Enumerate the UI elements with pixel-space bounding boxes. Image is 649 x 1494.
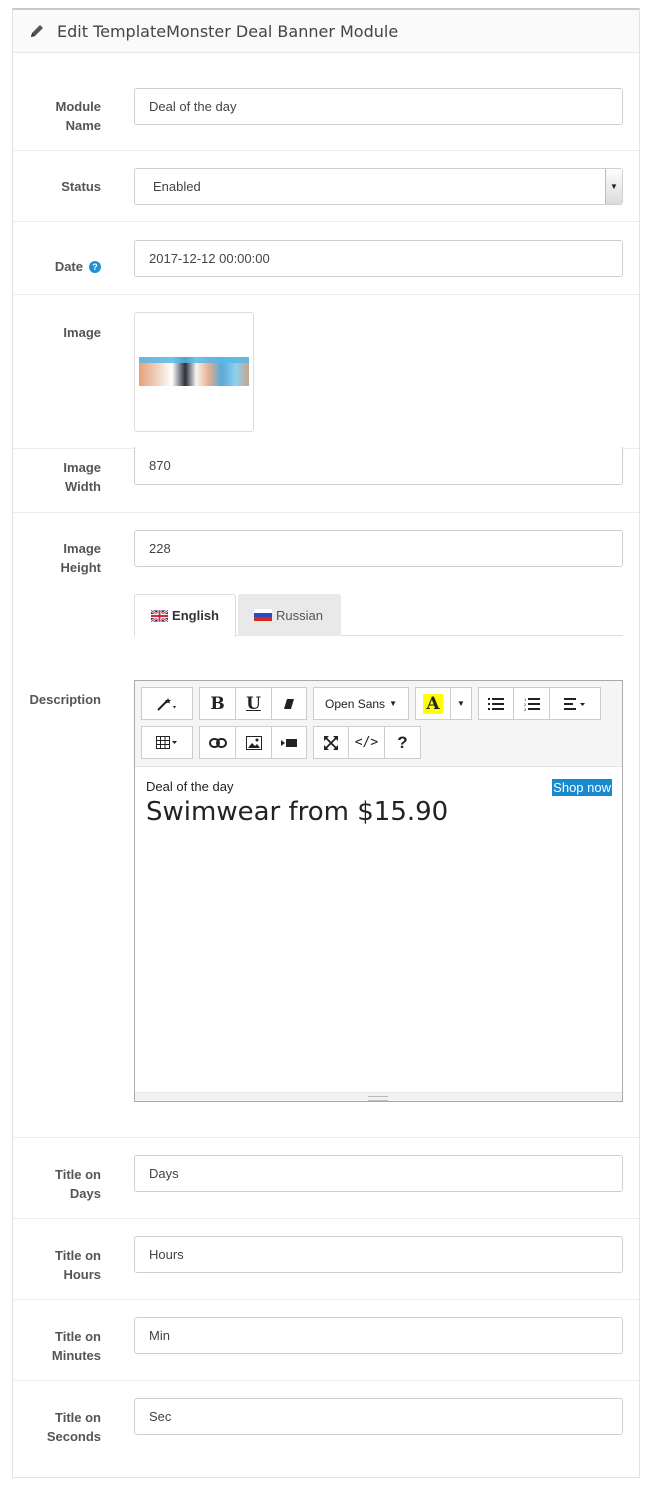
highlight-a-icon: A: [423, 693, 443, 714]
date-input[interactable]: 2017-12-12 00:00:00: [134, 240, 623, 277]
title-seconds-label-line1: Title on: [55, 1410, 101, 1425]
help-button[interactable]: ?: [384, 726, 421, 759]
status-label: Status: [61, 179, 101, 194]
tab-russian[interactable]: Russian: [238, 594, 341, 636]
question-circle-icon[interactable]: ?: [89, 261, 101, 273]
content-small-text: Deal of the day: [146, 779, 234, 794]
image-width-input[interactable]: 870: [134, 447, 623, 485]
russia-flag-icon: [254, 609, 272, 621]
title-seconds-label-line2: Seconds: [46, 1429, 101, 1444]
title-hours-label: Title on Hours: [55, 1246, 101, 1284]
description-editor[interactable]: B U Open Sans ▼ A ▼ 1 2 3 </> ? Deal of …: [134, 680, 623, 1102]
magic-wand-style-button[interactable]: [141, 687, 193, 720]
content-big-text: Swimwear from $15.90: [146, 797, 449, 827]
fullscreen-icon: [324, 735, 338, 750]
font-family-dropdown[interactable]: Open Sans ▼: [313, 687, 409, 720]
panel-heading: Edit TemplateMonster Deal Banner Module: [13, 10, 639, 53]
table-icon: [156, 735, 177, 749]
title-minutes-input[interactable]: Min: [134, 1317, 623, 1354]
title-minutes-row: Title on Minutes Min: [13, 1300, 639, 1381]
highlight-color-dropdown[interactable]: ▼: [450, 687, 472, 720]
module-name-row: Module Name Deal of the day: [13, 53, 639, 151]
image-height-label-line2: Height: [60, 560, 101, 575]
bold-button[interactable]: B: [199, 687, 236, 720]
banner-image: [139, 357, 249, 386]
title-days-label-line2: Days: [69, 1186, 101, 1201]
eraser-button[interactable]: [271, 687, 307, 720]
title-minutes-label-line1: Title on: [55, 1329, 101, 1344]
edit-module-panel: Edit TemplateMonster Deal Banner Module …: [12, 8, 640, 1478]
video-icon: [281, 738, 297, 747]
title-seconds-label: Title on Seconds: [47, 1408, 101, 1446]
table-button[interactable]: [141, 726, 193, 759]
status-select[interactable]: Enabled ▼: [134, 168, 623, 205]
module-name-input[interactable]: Deal of the day: [134, 88, 623, 125]
picture-icon: [245, 735, 262, 750]
date-label-text: Date: [54, 259, 83, 274]
status-select-value: Enabled: [153, 179, 201, 194]
tab-russian-label: Russian: [276, 607, 323, 623]
image-height-label-line1: Image: [63, 541, 101, 556]
title-hours-input[interactable]: Hours: [134, 1236, 623, 1273]
pencil-icon: [31, 25, 43, 37]
svg-text:3: 3: [524, 707, 527, 711]
chevron-down-icon[interactable]: ▼: [605, 169, 622, 204]
title-hours-row: Title on Hours Hours: [13, 1219, 639, 1300]
paragraph-align-button[interactable]: [549, 687, 601, 720]
title-days-label-line1: Title on: [55, 1167, 101, 1182]
title-seconds-input[interactable]: Sec: [134, 1398, 623, 1435]
title-days-row: Title on Days Days: [13, 1138, 639, 1219]
editor-toolbar: B U Open Sans ▼ A ▼ 1 2 3 </> ?: [135, 681, 622, 767]
tab-english-label: English: [172, 608, 219, 623]
image-width-label: Image Width: [63, 458, 101, 496]
fullscreen-button[interactable]: [313, 726, 349, 759]
image-width-label-line2: Width: [65, 479, 101, 494]
module-name-label: Module Name: [56, 97, 102, 135]
unordered-list-button[interactable]: [478, 687, 514, 720]
image-row: Image: [13, 295, 639, 449]
status-row: Status Enabled ▼: [13, 151, 639, 222]
link-icon: [208, 737, 227, 748]
ordered-list-button[interactable]: 1 2 3: [513, 687, 550, 720]
image-thumbnail[interactable]: [134, 312, 254, 432]
caret-down-icon: ▼: [457, 699, 465, 708]
date-label: Date?: [55, 257, 101, 276]
caret-down-icon: ▼: [389, 699, 397, 708]
insert-video-button[interactable]: [271, 726, 307, 759]
title-minutes-label: Title on Minutes: [52, 1327, 101, 1365]
highlight-color-button[interactable]: A: [415, 687, 451, 720]
module-name-label-line1: Module: [55, 99, 102, 114]
title-days-label: Title on Days: [55, 1165, 101, 1203]
module-name-label-line2: Name: [65, 118, 101, 133]
align-left-icon: [564, 697, 585, 710]
title-days-input[interactable]: Days: [134, 1155, 623, 1192]
link-button[interactable]: [199, 726, 236, 759]
image-height-input[interactable]: 228: [134, 530, 623, 567]
image-width-label-line1: Image: [63, 460, 101, 475]
title-minutes-label-line2: Minutes: [51, 1348, 101, 1363]
insert-picture-button[interactable]: [235, 726, 272, 759]
magic-wand-icon: [157, 697, 176, 711]
tab-english[interactable]: English: [134, 594, 236, 637]
uk-flag-icon: [151, 609, 169, 622]
shop-now-link[interactable]: Shop now: [552, 779, 612, 796]
panel-title: Edit TemplateMonster Deal Banner Module: [57, 21, 399, 41]
image-width-row: Image Width 870: [13, 447, 639, 513]
title-hours-label-line2: Hours: [63, 1267, 101, 1282]
editor-content-area[interactable]: Deal of the day Swimwear from $15.90 Sho…: [135, 767, 622, 1093]
eraser-icon: [284, 698, 294, 709]
description-label: Description: [29, 692, 101, 707]
title-hours-label-line1: Title on: [55, 1248, 101, 1263]
editor-resize-handle[interactable]: [135, 1092, 622, 1101]
image-height-label: Image Height: [61, 539, 101, 577]
language-tabs: English Russian: [134, 594, 623, 637]
font-family-value: Open Sans: [325, 696, 386, 711]
code-view-button[interactable]: </>: [348, 726, 385, 759]
title-seconds-row: Title on Seconds Sec: [13, 1381, 639, 1478]
ordered-list-icon: 1 2 3: [524, 697, 540, 711]
unordered-list-icon: [488, 697, 504, 710]
underline-button[interactable]: U: [235, 687, 272, 720]
date-row: Date? 2017-12-12 00:00:00: [13, 222, 639, 295]
image-label: Image: [63, 325, 101, 340]
